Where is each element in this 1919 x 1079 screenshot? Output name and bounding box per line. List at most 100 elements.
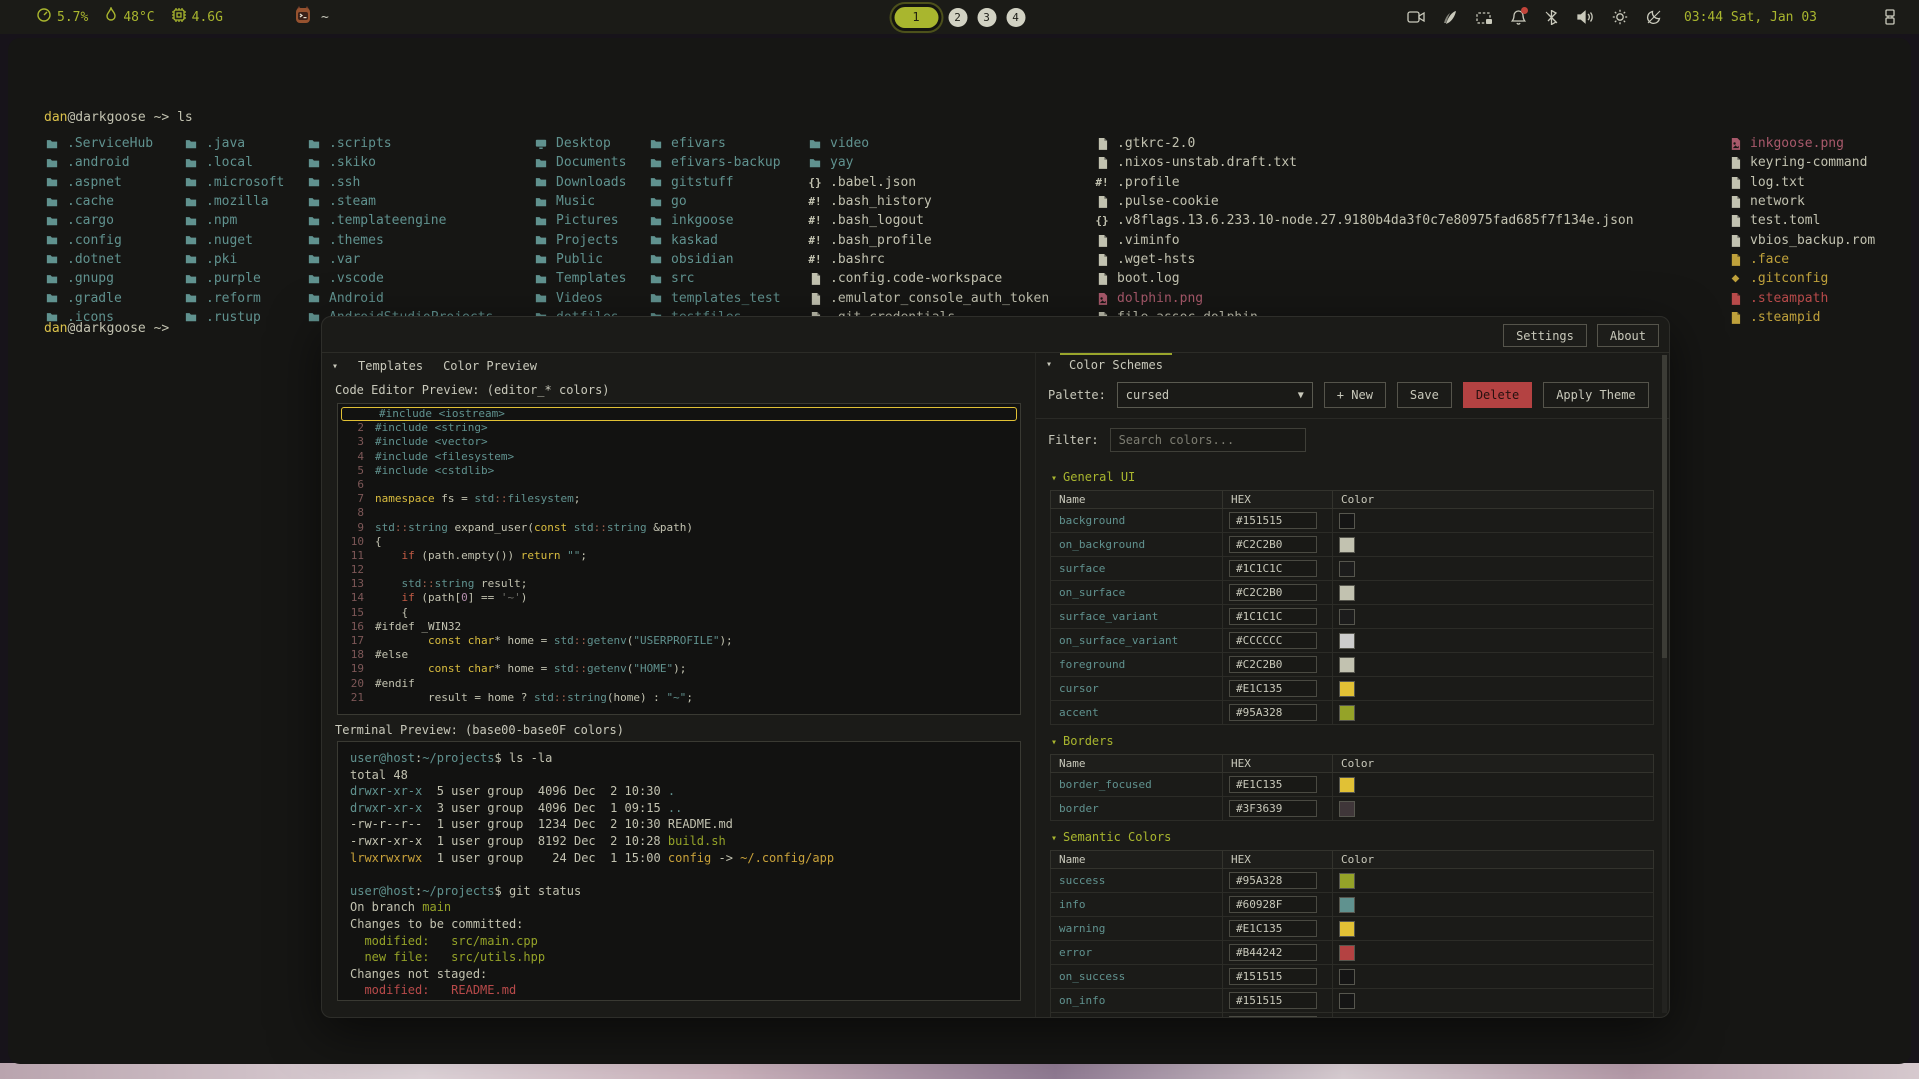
- hex-input[interactable]: #C2C2B0: [1229, 584, 1317, 601]
- palette-select[interactable]: cursed ▼: [1117, 382, 1313, 408]
- monitor-icon: [534, 138, 548, 150]
- collapse-arrow-icon[interactable]: ▾: [1051, 473, 1057, 484]
- color-swatch[interactable]: [1339, 801, 1355, 817]
- hex-input[interactable]: #3F3639: [1229, 800, 1317, 817]
- color-swatch[interactable]: [1339, 561, 1355, 577]
- focused-app: ~: [293, 5, 329, 29]
- editor-line: 10{: [338, 535, 1020, 549]
- section-title[interactable]: ▾Semantic Colors: [1051, 830, 1654, 844]
- collapse-arrow-icon[interactable]: ▾: [1051, 833, 1057, 844]
- collapse-arrow-icon[interactable]: ▾: [1046, 359, 1052, 370]
- systray-icon[interactable]: [1883, 9, 1897, 25]
- filter-search-input[interactable]: [1110, 428, 1306, 452]
- collapse-arrow-icon[interactable]: ▾: [332, 361, 338, 372]
- color-swatch[interactable]: [1339, 873, 1355, 889]
- delete-button[interactable]: Delete: [1463, 382, 1532, 408]
- workspace-inactive[interactable]: 3: [977, 8, 996, 27]
- file-name: .gtkrc-2.0: [1117, 136, 1195, 151]
- folder-icon: [649, 157, 663, 169]
- hex-input[interactable]: #E1C135: [1229, 776, 1317, 793]
- code-editor-preview[interactable]: #include <iostream>2#include <string>3#i…: [337, 403, 1021, 715]
- file-name: inkgoose: [671, 213, 734, 228]
- hex-input[interactable]: #CCCCCC: [1229, 632, 1317, 649]
- file-name: .var: [329, 252, 360, 267]
- temp-metric: 48°C: [104, 7, 154, 27]
- scrollbar-thumb[interactable]: [1662, 355, 1667, 658]
- doc-icon: [808, 272, 822, 285]
- new-palette-button[interactable]: + New: [1324, 382, 1386, 408]
- color-swatch[interactable]: [1339, 1017, 1355, 1018]
- hex-input[interactable]: #E1C135: [1229, 680, 1317, 697]
- collapse-arrow-icon[interactable]: ▾: [1051, 737, 1057, 748]
- file-name: Android: [329, 291, 384, 306]
- volume-icon[interactable]: [1577, 10, 1594, 24]
- hex-input[interactable]: #C2C2B0: [1229, 536, 1317, 553]
- folder-icon: [45, 157, 59, 169]
- workspace-inactive[interactable]: 4: [1006, 8, 1025, 27]
- screenshot-lock-icon[interactable]: [1476, 10, 1493, 25]
- color-swatch[interactable]: [1339, 657, 1355, 673]
- settings-button[interactable]: Settings: [1503, 324, 1587, 347]
- color-swatch[interactable]: [1339, 993, 1355, 1009]
- color-schemes-pane: ▾ Color Schemes Palette: cursed ▼ + New …: [1036, 353, 1669, 1017]
- color-swatch[interactable]: [1339, 705, 1355, 721]
- color-swatch[interactable]: [1339, 609, 1355, 625]
- about-button[interactable]: About: [1597, 324, 1659, 347]
- tab-color-schemes[interactable]: Color Schemes: [1060, 353, 1172, 374]
- color-swatch[interactable]: [1339, 537, 1355, 553]
- ls-column: inkgoose.pngkeyring-commandlog.txtnetwor…: [1728, 134, 1875, 327]
- hex-input[interactable]: #151515: [1229, 512, 1317, 529]
- hex-input[interactable]: #95A328: [1229, 704, 1317, 721]
- workspace-active[interactable]: 1: [894, 7, 938, 28]
- color-swatch[interactable]: [1339, 921, 1355, 937]
- hex-input[interactable]: #95A328: [1229, 872, 1317, 889]
- file-name: .cache: [67, 194, 114, 209]
- palette-value: cursed: [1126, 388, 1169, 402]
- night-light-off-icon[interactable]: [1646, 9, 1662, 25]
- bluetooth-off-icon[interactable]: [1544, 10, 1559, 25]
- hex-input[interactable]: #C2C2B0: [1229, 656, 1317, 673]
- ls-column: .scripts.skiko.ssh.steam.templateengine.…: [307, 134, 493, 327]
- file-entry: Android: [307, 288, 493, 307]
- tab-color-preview[interactable]: Color Preview: [443, 359, 537, 373]
- doc-icon: [1728, 214, 1742, 227]
- hex-input[interactable]: #1C1C1C: [1229, 560, 1317, 577]
- color-swatch[interactable]: [1339, 777, 1355, 793]
- hex-input[interactable]: #B44242: [1229, 944, 1317, 961]
- feather-icon[interactable]: [1443, 10, 1458, 25]
- tab-templates[interactable]: Templates: [358, 359, 423, 373]
- folder-icon: [649, 176, 663, 188]
- hex-input[interactable]: #151515: [1229, 1016, 1317, 1017]
- section-title[interactable]: ▾Borders: [1051, 734, 1654, 748]
- section-title[interactable]: ▾General UI: [1051, 470, 1654, 484]
- color-swatch[interactable]: [1339, 969, 1355, 985]
- apply-theme-button[interactable]: Apply Theme: [1543, 382, 1648, 408]
- scrollbar[interactable]: [1662, 355, 1667, 1013]
- save-button[interactable]: Save: [1397, 382, 1452, 408]
- color-swatch[interactable]: [1339, 945, 1355, 961]
- file-entry: obsidian: [649, 250, 781, 269]
- hex-input[interactable]: #60928F: [1229, 896, 1317, 913]
- file-name: Downloads: [556, 175, 626, 190]
- color-swatch[interactable]: [1339, 633, 1355, 649]
- hex-input[interactable]: #1C1C1C: [1229, 608, 1317, 625]
- hex-input[interactable]: #151515: [1229, 968, 1317, 985]
- file-name: keyring-command: [1750, 155, 1867, 170]
- color-swatch[interactable]: [1339, 681, 1355, 697]
- file-entry: yay: [808, 153, 1049, 172]
- color-swatch[interactable]: [1339, 585, 1355, 601]
- hex-input[interactable]: #151515: [1229, 992, 1317, 1009]
- brightness-icon[interactable]: [1612, 9, 1628, 25]
- line-number: 12: [338, 563, 364, 577]
- workspace-inactive[interactable]: 2: [948, 8, 967, 27]
- color-swatch[interactable]: [1339, 897, 1355, 913]
- table-row: border_focused#E1C135: [1051, 773, 1654, 797]
- screen-record-icon[interactable]: [1407, 10, 1425, 24]
- table-row: border#3F3639: [1051, 797, 1654, 821]
- color-name: on_success: [1051, 965, 1223, 989]
- table-row: on_background#C2C2B0: [1051, 533, 1654, 557]
- color-swatch[interactable]: [1339, 513, 1355, 529]
- file-entry: Videos: [534, 288, 626, 307]
- notifications-bell-icon[interactable]: [1511, 9, 1526, 25]
- hex-input[interactable]: #E1C135: [1229, 920, 1317, 937]
